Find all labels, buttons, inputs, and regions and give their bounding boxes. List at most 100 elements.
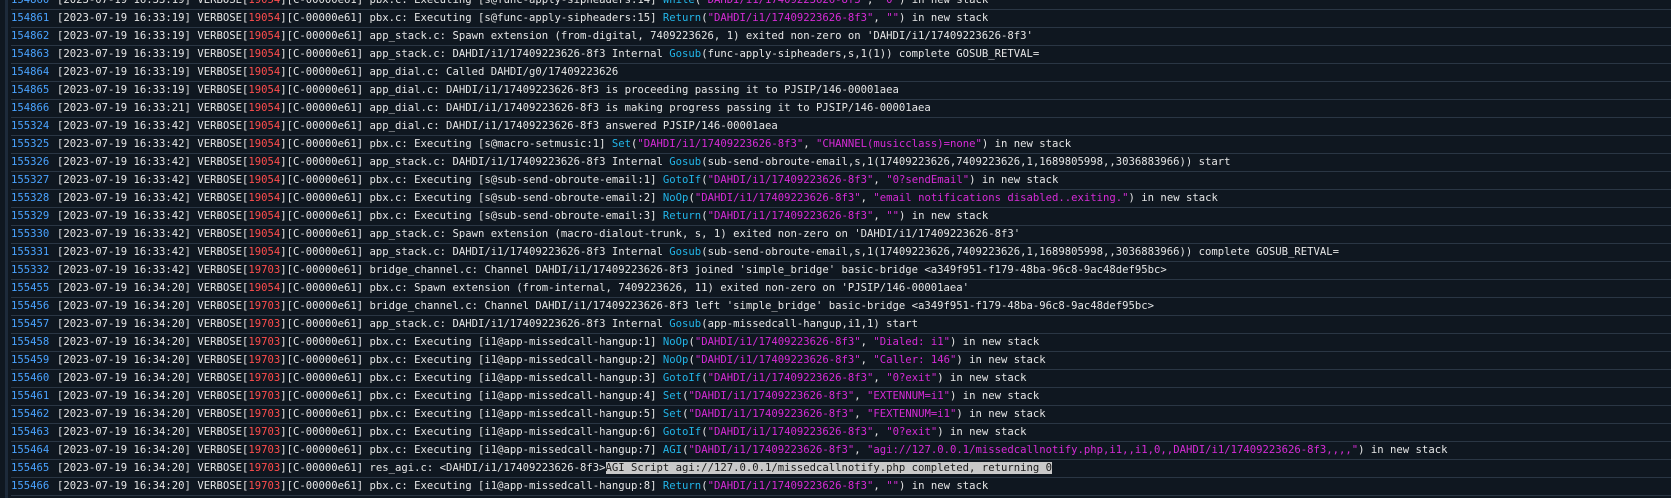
process-id: 19703	[248, 408, 281, 420]
log-text: [2023-07-19 16:33:19] VERBOSE[	[57, 66, 249, 78]
log-text: [2023-07-19 16:34:20] VERBOSE[	[57, 480, 249, 492]
log-text: ) in new stack	[981, 138, 1072, 150]
application-name: Return	[662, 12, 702, 24]
log-text: ,	[873, 372, 887, 384]
string-argument: "DAHDI/i1/17409223626-8f3"	[694, 354, 861, 366]
log-text: ][C-00000e61] app_dial.c: DAHDI/i1/17409…	[280, 84, 899, 96]
log-text: [2023-07-19 16:33:19] VERBOSE[	[57, 84, 249, 96]
log-message: [2023-07-19 16:34:20] VERBOSE[19703][C-0…	[57, 336, 1039, 348]
log-line: 155325 [2023-07-19 16:33:42] VERBOSE[1905…	[11, 136, 1671, 154]
log-text: ][C-00000e61] app_stack.c: Spawn extensi…	[280, 228, 1021, 240]
log-text: ][C-00000e61] pbx.c: Executing [s@sub-se…	[280, 174, 663, 186]
log-panel: 154860 [2023-07-19 16:33:19] VERBOSE[1905…	[0, 0, 1671, 498]
log-gutter-bar	[5, 0, 8, 498]
log-line: 154866 [2023-07-19 16:33:21] VERBOSE[1905…	[11, 100, 1671, 118]
process-id: 19054	[248, 120, 281, 132]
string-argument: "DAHDI/i1/17409223626-8f3"	[701, 0, 868, 6]
log-text: ][C-00000e61] pbx.c: Executing [i1@app-m…	[280, 372, 663, 384]
line-number: 155324	[11, 120, 50, 132]
log-line: 155331 [2023-07-19 16:33:42] VERBOSE[1905…	[11, 244, 1671, 262]
log-text: ,	[860, 192, 874, 204]
log-message: [2023-07-19 16:34:20] VERBOSE[19703][C-0…	[57, 462, 1052, 474]
log-text: ][C-00000e61] pbx.c: Executing [i1@app-m…	[280, 408, 663, 420]
log-text: ,	[873, 426, 887, 438]
line-number: 155456	[11, 300, 50, 312]
log-text: ][C-00000e61] app_dial.c: DAHDI/i1/17409…	[280, 120, 778, 132]
line-number: 155325	[11, 138, 50, 150]
log-text: ][C-00000e61] pbx.c: Spawn extension (fr…	[280, 282, 970, 294]
log-line: 154860 [2023-07-19 16:33:19] VERBOSE[1905…	[11, 0, 1671, 10]
log-line: 155330 [2023-07-19 16:33:42] VERBOSE[1905…	[11, 226, 1671, 244]
log-text: ,	[860, 354, 874, 366]
line-number: 154861	[11, 12, 50, 24]
process-id: 19054	[248, 282, 281, 294]
line-number: 155328	[11, 192, 50, 204]
string-argument: "DAHDI/i1/17409223626-8f3"	[688, 390, 855, 402]
log-text: ,	[873, 174, 887, 186]
string-argument: "email notifications disabled..exiting."	[873, 192, 1129, 204]
log-text: [2023-07-19 16:34:20] VERBOSE[	[57, 282, 249, 294]
log-message: [2023-07-19 16:33:42] VERBOSE[19703][C-0…	[57, 264, 1167, 276]
string-argument: ""	[886, 12, 899, 24]
string-argument: ""	[886, 210, 899, 222]
log-line: 154862 [2023-07-19 16:33:19] VERBOSE[1905…	[11, 28, 1671, 46]
log-text: [2023-07-19 16:34:20] VERBOSE[	[57, 300, 249, 312]
log-text: [2023-07-19 16:33:42] VERBOSE[	[57, 156, 249, 168]
log-text: ][C-00000e61] app_stack.c: Spawn extensi…	[280, 30, 1033, 42]
line-number: 155464	[11, 444, 50, 456]
log-line: 155332 [2023-07-19 16:33:42] VERBOSE[1970…	[11, 262, 1671, 280]
string-argument: "0?exit"	[886, 372, 938, 384]
string-argument: "DAHDI/i1/17409223626-8f3"	[707, 12, 874, 24]
log-line: 155329 [2023-07-19 16:33:42] VERBOSE[1905…	[11, 208, 1671, 226]
log-message: [2023-07-19 16:34:20] VERBOSE[19703][C-0…	[57, 318, 918, 330]
string-argument: "DAHDI/i1/17409223626-8f3"	[707, 372, 874, 384]
process-id: 19054	[248, 174, 281, 186]
line-number: 154864	[11, 66, 50, 78]
process-id: 19054	[248, 48, 281, 60]
process-id: 19703	[248, 300, 281, 312]
log-text: ][C-00000e61] pbx.c: Executing [s@sub-se…	[280, 210, 663, 222]
line-number: 155458	[11, 336, 50, 348]
log-text: (app-missedcall-hangup,i1,1) start	[701, 318, 919, 330]
log-text: [2023-07-19 16:34:20] VERBOSE[	[57, 444, 249, 456]
process-id: 19703	[248, 444, 281, 456]
log-text: ][C-00000e61] pbx.c: Executing [i1@app-m…	[280, 390, 663, 402]
string-argument: ""	[886, 480, 899, 492]
log-line: 155455 [2023-07-19 16:34:20] VERBOSE[1905…	[11, 280, 1671, 298]
log-line: 155456 [2023-07-19 16:34:20] VERBOSE[1970…	[11, 298, 1671, 316]
application-name: Gosub	[669, 246, 702, 258]
string-argument: "DAHDI/i1/17409223626-8f3"	[637, 138, 804, 150]
log-text: ) in new stack	[969, 174, 1059, 186]
log-text: [2023-07-19 16:33:19] VERBOSE[	[57, 0, 249, 6]
selected-text: AGI Script agi://127.0.0.1/missedcallnot…	[605, 462, 1052, 474]
log-text: ][C-00000e61] app_stack.c: DAHDI/i1/1740…	[280, 156, 670, 168]
process-id: 19054	[248, 192, 281, 204]
log-text: (sub-send-obroute-email,s,1(17409223626,…	[701, 156, 1231, 168]
log-message: [2023-07-19 16:33:42] VERBOSE[19054][C-0…	[57, 246, 1339, 258]
application-name: NoOp	[662, 336, 689, 348]
application-name: Return	[662, 210, 702, 222]
log-text: ][C-00000e61] pbx.c: Executing [i1@app-m…	[280, 480, 663, 492]
process-id: 19054	[248, 156, 281, 168]
log-text: (sub-send-obroute-email,s,1(17409223626,…	[701, 246, 1339, 258]
log-line: 154865 [2023-07-19 16:33:19] VERBOSE[1905…	[11, 82, 1671, 100]
log-text: [2023-07-19 16:33:19] VERBOSE[	[57, 48, 249, 60]
log-message: [2023-07-19 16:34:20] VERBOSE[19054][C-0…	[57, 282, 969, 294]
line-number: 154866	[11, 102, 50, 114]
log-line: 155459 [2023-07-19 16:34:20] VERBOSE[1970…	[11, 352, 1671, 370]
application-name: Gosub	[669, 156, 702, 168]
line-number: 155331	[11, 246, 50, 258]
string-argument: "DAHDI/i1/17409223626-8f3"	[707, 426, 874, 438]
log-view[interactable]: 154860 [2023-07-19 16:33:19] VERBOSE[1905…	[11, 0, 1671, 496]
process-id: 19703	[248, 426, 281, 438]
process-id: 19054	[248, 0, 281, 6]
log-text: [2023-07-19 16:33:19] VERBOSE[	[57, 12, 249, 24]
application-name: GotoIf	[662, 372, 702, 384]
log-text: ][C-00000e61] pbx.c: Executing [i1@app-m…	[280, 426, 663, 438]
log-text: [2023-07-19 16:33:42] VERBOSE[	[57, 120, 249, 132]
log-text: [2023-07-19 16:34:20] VERBOSE[	[57, 372, 249, 384]
log-text: ) in new stack	[949, 336, 1040, 348]
log-text: ,	[867, 0, 880, 6]
line-number: 155460	[11, 372, 50, 384]
log-text: ) in new stack	[937, 426, 1027, 438]
